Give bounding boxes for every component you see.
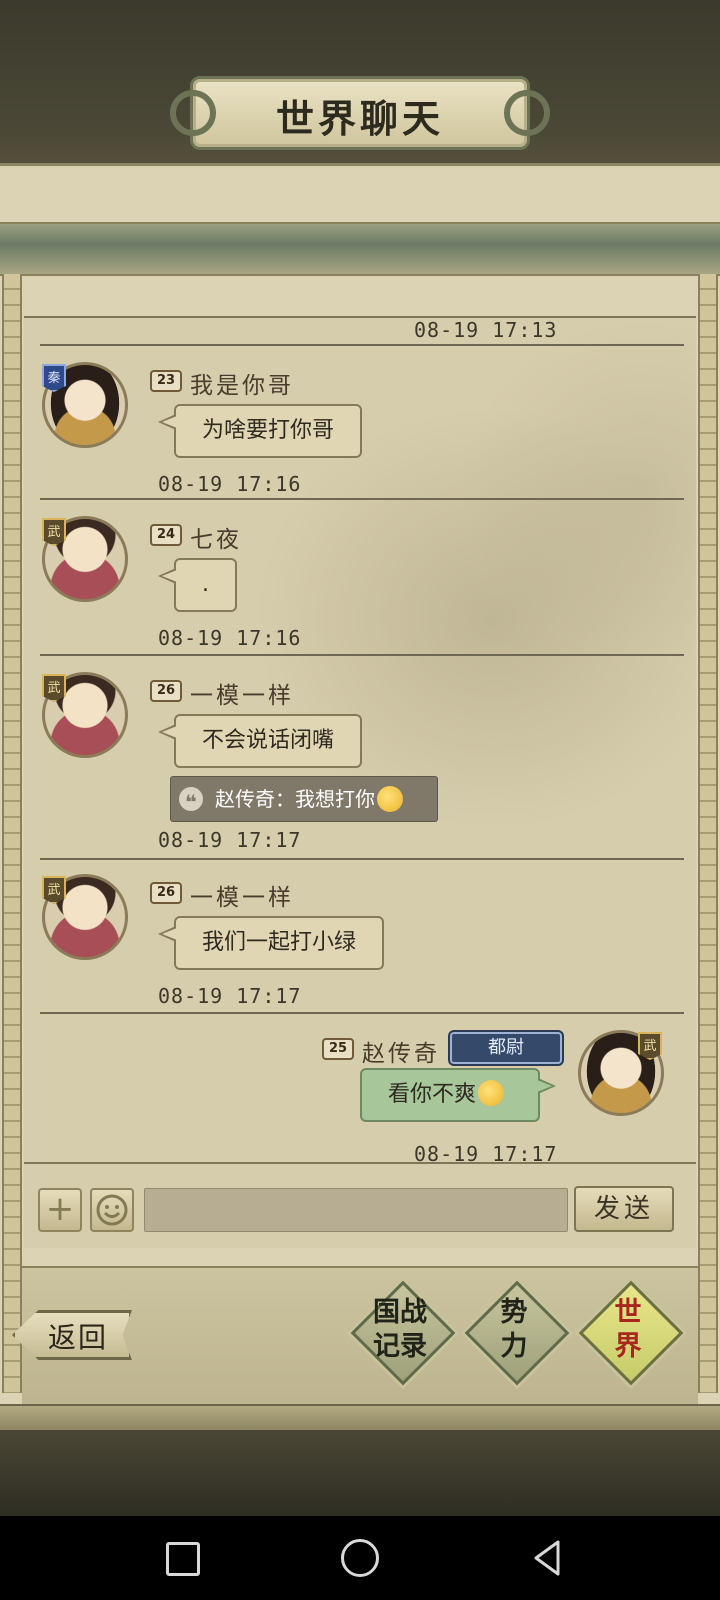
frame-left-border <box>2 274 22 1393</box>
message-bubble[interactable]: 看你不爽 <box>360 1068 556 1122</box>
sender-name[interactable]: 我是你哥 <box>190 366 294 400</box>
message-timestamp: 08-19 17:16 <box>158 472 302 496</box>
recents-button[interactable] <box>162 1538 202 1578</box>
message-timestamp: 08-19 17:17 <box>414 1142 558 1164</box>
quoted-text: 赵传奇：我想打你 <box>215 777 403 821</box>
back-button[interactable]: 返回 <box>12 1310 132 1360</box>
quote-icon: ❝ <box>179 787 203 814</box>
level-badge: 26 <box>150 680 182 702</box>
tab-war-records[interactable]: 国战 记录 <box>350 1280 456 1386</box>
message-timestamp: 08-19 17:17 <box>158 828 302 852</box>
smiley-icon <box>96 1194 128 1226</box>
message-bubble[interactable]: 为啥要打你哥 <box>157 404 363 458</box>
message-divider <box>40 654 684 656</box>
message-bubble[interactable]: . <box>158 558 237 612</box>
frame-right-border <box>698 274 718 1393</box>
emoji-icon <box>478 1080 505 1106</box>
message-bubble[interactable]: 不会说话闭嘴 <box>157 714 363 768</box>
sender-name[interactable]: 赵传奇 <box>362 1034 440 1068</box>
message-input[interactable] <box>144 1188 568 1232</box>
tab-world[interactable]: 世 界 <box>578 1280 684 1386</box>
message-divider <box>40 344 684 346</box>
system-navigation-bar <box>0 1516 720 1600</box>
tab-label: 世 界 <box>614 1297 642 1362</box>
circle-icon <box>341 1539 379 1577</box>
plus-icon: + <box>45 1189 75 1229</box>
page-title: 世界聊天 <box>275 96 444 141</box>
chat-message-list[interactable]: 08-19 17:13 秦 23 我是你哥 为啥要打你哥 08-19 17:16… <box>24 316 696 1164</box>
triangle-back-icon <box>534 1540 560 1576</box>
add-button[interactable]: + <box>38 1188 82 1232</box>
tab-label: 势 力 <box>500 1297 528 1362</box>
emoji-icon <box>377 785 403 812</box>
home-button[interactable] <box>340 1538 380 1578</box>
level-badge: 24 <box>150 524 182 546</box>
bottom-background <box>0 1430 720 1516</box>
chat-input-bar: + 发送 <box>24 1162 696 1248</box>
back-button-label: 返回 <box>48 1321 109 1354</box>
send-button[interactable]: 发送 <box>574 1186 674 1232</box>
message-text: 看你不爽 <box>388 1082 477 1107</box>
sender-name[interactable]: 七夜 <box>190 520 242 554</box>
back-nav-button[interactable] <box>528 1538 568 1578</box>
tab-faction[interactable]: 势 力 <box>464 1280 570 1386</box>
level-badge: 23 <box>150 370 182 392</box>
emoji-button[interactable] <box>90 1188 134 1232</box>
message-timestamp: 08-19 17:16 <box>158 626 302 650</box>
message-divider <box>40 858 684 860</box>
sender-name[interactable]: 一模一样 <box>190 676 294 710</box>
message-divider <box>40 498 684 500</box>
tab-label: 国战 记录 <box>373 1297 427 1362</box>
landscape-band <box>0 222 720 276</box>
message-timestamp: 08-19 17:13 <box>414 318 558 342</box>
sender-name[interactable]: 一模一样 <box>190 878 294 912</box>
level-badge: 25 <box>322 1038 354 1060</box>
quoted-text-content: 赵传奇：我想打你 <box>215 787 375 811</box>
quoted-reply[interactable]: ❝ 赵传奇：我想打你 <box>170 776 438 822</box>
message-divider <box>40 1012 684 1014</box>
message-bubble[interactable]: 我们一起打小绿 <box>157 916 385 970</box>
rank-title-badge: 都尉 <box>450 1032 562 1064</box>
square-icon <box>166 1542 200 1576</box>
level-badge: 26 <box>150 882 182 904</box>
message-timestamp: 08-19 17:17 <box>158 984 302 1008</box>
title-plate: 世界聊天 <box>170 68 550 150</box>
